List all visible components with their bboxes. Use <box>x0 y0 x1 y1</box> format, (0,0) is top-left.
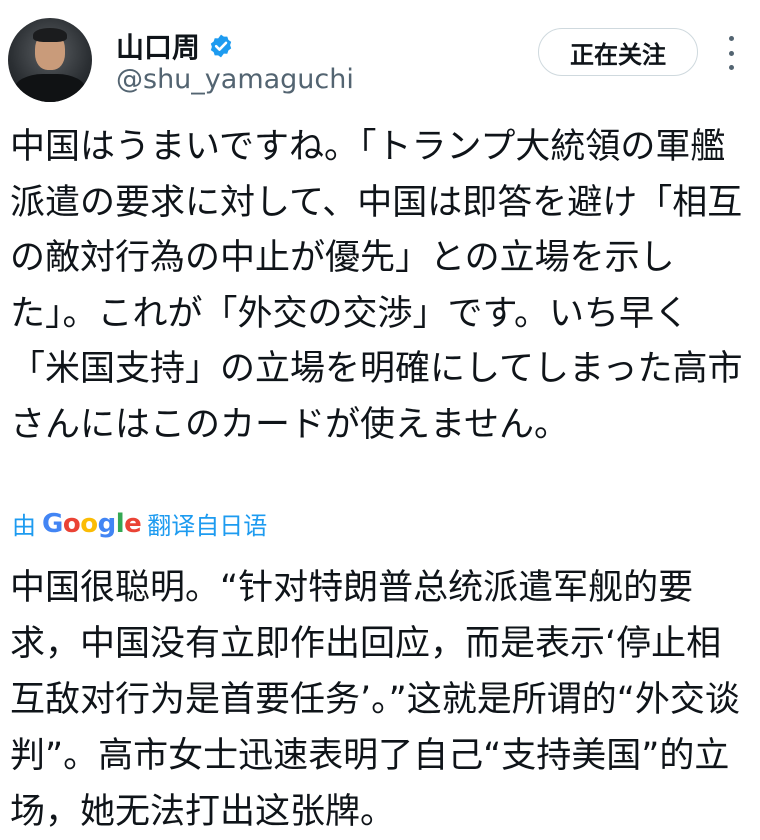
author-handle[interactable]: @shu_yamaguchi <box>116 64 354 95</box>
more-dot <box>728 36 734 41</box>
more-dot <box>728 50 734 56</box>
translated-body-text: 中国很聪明。“针对特朗普总统派遣军舰的要求，中国没有立即作出回应，而是表示‘停止… <box>10 568 740 832</box>
translation-suffix: 翻译自日语 <box>147 512 268 540</box>
verified-badge-icon <box>210 34 232 58</box>
avatar-hair <box>33 28 67 42</box>
author-name-row: 山口周 <box>116 26 234 66</box>
translation-prefix: 由 <box>12 512 36 540</box>
tweet-body-text: 中国はうまいですね。「トランプ大統領の軍艦派遣の要求に対して、中国は即答を避け「… <box>10 127 743 445</box>
author-display-name[interactable]: 山口周 <box>116 26 200 66</box>
avatar-shoulders <box>14 74 86 102</box>
tweet-header: 山口周 @shu_yamaguchi 正在关注 <box>0 0 760 112</box>
author-avatar[interactable] <box>8 18 92 102</box>
translation-attribution[interactable]: 由 Google 翻译自日语 <box>12 506 267 541</box>
following-button[interactable]: 正在关注 <box>538 28 698 76</box>
more-vertical-icon[interactable] <box>724 36 738 70</box>
more-dot <box>728 65 734 70</box>
google-logo: Google <box>42 508 142 539</box>
